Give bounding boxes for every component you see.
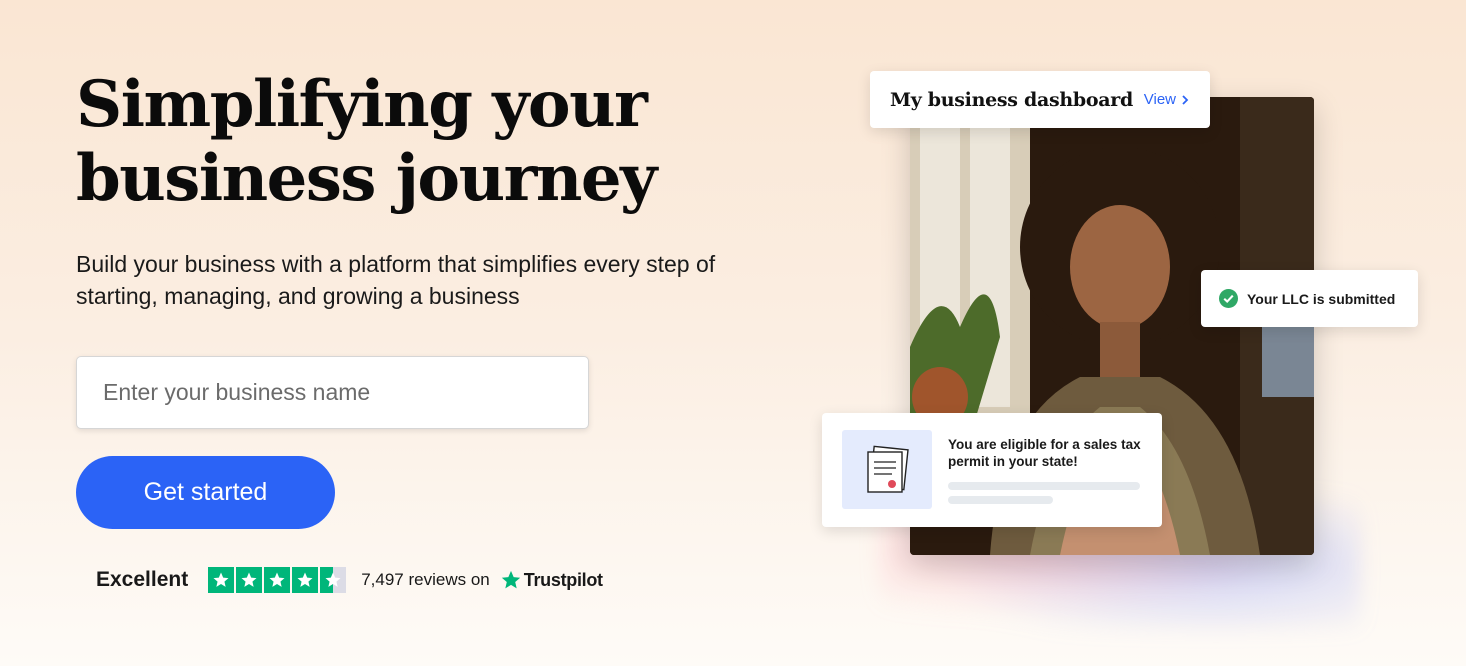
- trustpilot-star-icon: [501, 570, 520, 589]
- star-icon: [236, 567, 263, 593]
- star-icon: [208, 567, 235, 593]
- llc-status-card: Your LLC is submitted: [1201, 270, 1418, 327]
- review-count: 7,497 reviews on: [361, 570, 490, 589]
- view-dashboard-link[interactable]: View: [1144, 91, 1190, 108]
- business-name-input[interactable]: [76, 356, 589, 429]
- half-star-icon: [320, 567, 347, 593]
- llc-status-text: Your LLC is submitted: [1247, 290, 1396, 307]
- star-icon: [292, 567, 319, 593]
- document-icon-box: [842, 430, 932, 509]
- dashboard-title: My business dashboard: [890, 88, 1133, 111]
- check-circle-icon: [1219, 289, 1238, 308]
- star-icon: [264, 567, 291, 593]
- placeholder-line: [948, 482, 1140, 490]
- rating-label: Excellent: [96, 568, 189, 591]
- view-link-label: View: [1143, 91, 1176, 108]
- document-icon: [867, 445, 909, 493]
- headline-line-2: business journey: [76, 141, 657, 216]
- rating-stars: [208, 567, 347, 593]
- hero-headline: Simplifying your business journey: [76, 68, 756, 216]
- dashboard-card: My business dashboard View: [870, 71, 1210, 128]
- tax-card-content: You are eligible for a sales tax permit …: [948, 430, 1142, 510]
- trustpilot-rating[interactable]: Excellent 7,497 reviews on Trustpilot: [96, 566, 603, 594]
- tax-permit-card: You are eligible for a sales tax permit …: [822, 413, 1162, 527]
- hero-subhead: Build your business with a platform that…: [76, 251, 716, 309]
- headline-line-1: Simplifying your: [76, 67, 648, 142]
- placeholder-line: [948, 496, 1053, 504]
- get-started-button[interactable]: Get started: [76, 456, 335, 529]
- trustpilot-logo[interactable]: Trustpilot: [500, 569, 603, 591]
- chevron-right-icon: [1182, 94, 1189, 105]
- tax-permit-message: You are eligible for a sales tax permit …: [948, 437, 1141, 469]
- trustpilot-brand: Trustpilot: [523, 569, 603, 590]
